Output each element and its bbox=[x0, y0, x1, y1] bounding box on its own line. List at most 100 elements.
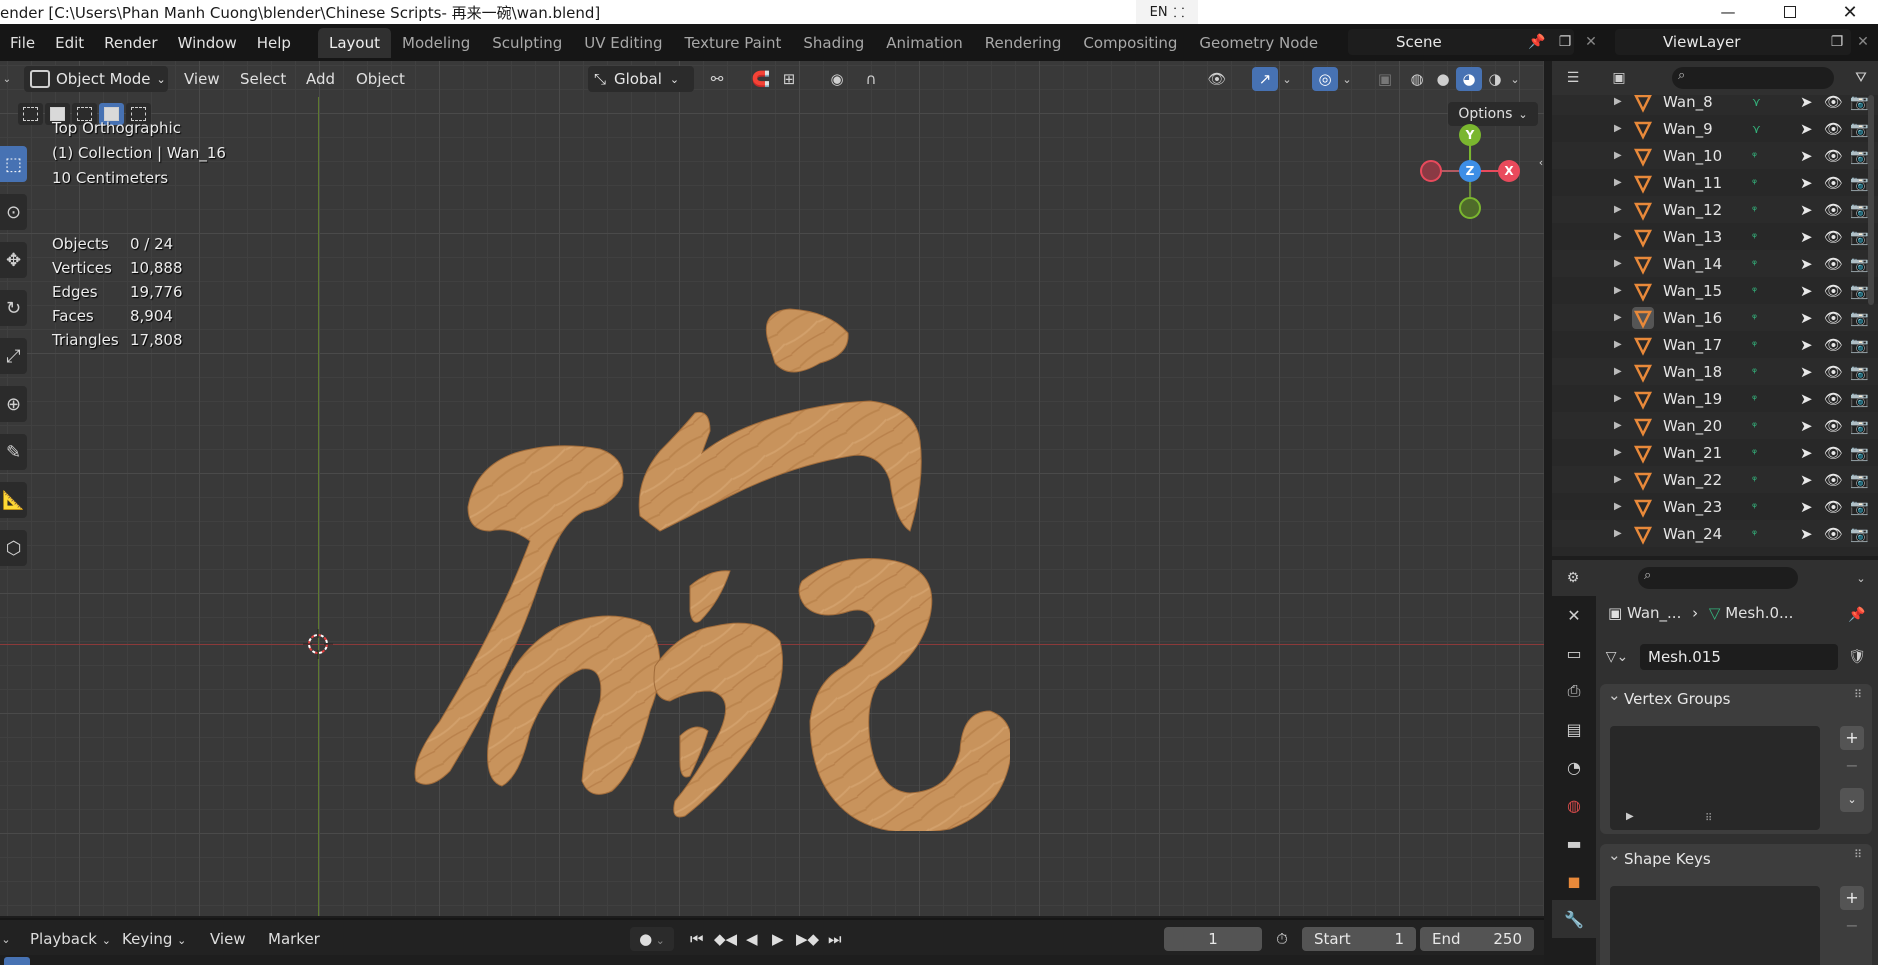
annotate-tool[interactable]: ✎ bbox=[0, 434, 27, 470]
selectable-icon[interactable]: ➤ bbox=[1800, 228, 1813, 246]
navigation-gizmo[interactable]: Y X Z bbox=[1420, 121, 1520, 221]
tab-modeling[interactable]: Modeling bbox=[391, 28, 481, 58]
expand-icon[interactable]: ▶ bbox=[1626, 811, 1634, 822]
camera-icon[interactable]: 📷 bbox=[1850, 417, 1869, 435]
falloff-icon[interactable]: ∩ bbox=[858, 67, 884, 91]
menu-select[interactable]: Select bbox=[240, 66, 286, 92]
language-indicator[interactable]: EN ⸬ bbox=[1136, 0, 1198, 24]
mesh-data-icon[interactable]: ᵠ bbox=[1752, 176, 1757, 190]
tab-shading[interactable]: Shading bbox=[792, 28, 875, 58]
camera-icon[interactable]: 📷 bbox=[1850, 201, 1869, 219]
maximize-button[interactable] bbox=[1770, 0, 1810, 24]
scale-tool[interactable]: ⤢ bbox=[0, 338, 27, 374]
jump-to-keyframe-next-icon[interactable]: ▶◆ bbox=[796, 927, 819, 951]
outliner-item[interactable]: ▶ Wan_11 ᵠ ➤ 👁 📷 bbox=[1552, 169, 1878, 196]
timeline-view-menu[interactable]: View bbox=[210, 927, 246, 951]
eye-icon[interactable]: 👁 bbox=[1824, 174, 1843, 192]
add-shape-key-button[interactable]: + bbox=[1840, 886, 1864, 910]
mesh-data-icon[interactable]: ᵠ bbox=[1752, 365, 1757, 379]
expand-arrow-icon[interactable]: ▶ bbox=[1614, 528, 1622, 539]
mesh-data-icon[interactable]: ᵠ bbox=[1752, 419, 1757, 433]
measure-tool[interactable]: 📐 bbox=[0, 482, 27, 518]
outliner-item[interactable]: ▶ Wan_17 ᵠ ➤ 👁 📷 bbox=[1552, 331, 1878, 358]
menu-help[interactable]: Help bbox=[247, 29, 301, 57]
expand-arrow-icon[interactable]: ▶ bbox=[1614, 285, 1622, 296]
expand-arrow-icon[interactable]: ▶ bbox=[1614, 312, 1622, 323]
expand-arrow-icon[interactable]: ▶ bbox=[1614, 447, 1622, 458]
selectable-icon[interactable]: ➤ bbox=[1800, 255, 1813, 273]
overlays-icon[interactable]: ◎ bbox=[1312, 67, 1338, 91]
expand-arrow-icon[interactable]: ▶ bbox=[1614, 96, 1622, 107]
menu-view[interactable]: View bbox=[184, 66, 220, 92]
vertex-group-specials-button[interactable]: ⌄ bbox=[1840, 788, 1864, 812]
expand-arrow-icon[interactable]: ▶ bbox=[1614, 123, 1622, 134]
expand-arrow-icon[interactable]: ▶ bbox=[1614, 501, 1622, 512]
3d-viewport[interactable]: ⌄ Object Mode ⌄ View Select Add Object ⤡… bbox=[0, 61, 1544, 916]
play-reverse-icon[interactable]: ◀ bbox=[746, 927, 758, 951]
world-tab-icon[interactable]: ◍ bbox=[1552, 786, 1596, 824]
camera-icon[interactable]: 📷 bbox=[1850, 525, 1869, 543]
end-frame-field[interactable]: End 250 bbox=[1420, 927, 1534, 951]
rotate-tool[interactable]: ↻ bbox=[0, 290, 27, 326]
view-layer-selector[interactable]: ViewLayer bbox=[1615, 29, 1851, 55]
start-frame-field[interactable]: Start 1 bbox=[1302, 927, 1416, 951]
fake-user-icon[interactable]: 🛡 bbox=[1846, 646, 1868, 668]
outliner-search-input[interactable]: ⌕ bbox=[1672, 67, 1834, 89]
eye-icon[interactable]: 👁 bbox=[1824, 525, 1843, 543]
eye-icon[interactable]: 👁 bbox=[1824, 255, 1843, 273]
outliner-item[interactable]: ▶ Wan_18 ᵠ ➤ 👁 📷 bbox=[1552, 358, 1878, 385]
visibility-icon[interactable]: 👁 bbox=[1204, 67, 1230, 91]
add-cube-tool[interactable]: ⬡ bbox=[0, 530, 27, 566]
mesh-data-icon[interactable]: ᵠ bbox=[1752, 500, 1757, 514]
outliner-item[interactable]: ▶ Wan_15 ᵠ ➤ 👁 📷 bbox=[1552, 277, 1878, 304]
mesh-data-icon[interactable]: ᵠ bbox=[1752, 257, 1757, 271]
timeline-ruler[interactable] bbox=[0, 955, 1544, 965]
camera-icon[interactable]: 📷 bbox=[1850, 255, 1869, 273]
expand-arrow-icon[interactable]: ▶ bbox=[1614, 150, 1622, 161]
properties-search-input[interactable]: ⌕ bbox=[1638, 567, 1798, 589]
mesh-data-icon[interactable]: ᵠ bbox=[1752, 203, 1757, 217]
view-layer-tab-icon[interactable]: ▤ bbox=[1552, 710, 1596, 748]
object-mode-dropdown[interactable]: Object Mode ⌄ bbox=[24, 66, 168, 92]
vertex-groups-list[interactable]: ▶ ⠿ bbox=[1610, 726, 1820, 830]
filter-icon[interactable]: ⛛ bbox=[1850, 67, 1872, 89]
object-tab-icon[interactable]: ◼ bbox=[1552, 862, 1596, 900]
eye-icon[interactable]: 👁 bbox=[1824, 363, 1843, 381]
selectable-icon[interactable]: ➤ bbox=[1800, 174, 1813, 192]
menu-render[interactable]: Render bbox=[94, 29, 167, 57]
selectable-icon[interactable]: ➤ bbox=[1800, 471, 1813, 489]
eye-icon[interactable]: 👁 bbox=[1824, 390, 1843, 408]
eye-icon[interactable]: 👁 bbox=[1824, 147, 1843, 165]
drag-handle-icon[interactable]: ⠿ bbox=[1854, 688, 1862, 701]
pin-icon[interactable]: 📌 bbox=[1846, 604, 1868, 626]
selectable-icon[interactable]: ➤ bbox=[1800, 282, 1813, 300]
eye-icon[interactable]: 👁 bbox=[1824, 471, 1843, 489]
gizmo-toggle-icon[interactable]: ↗ bbox=[1252, 67, 1278, 91]
outliner-item[interactable]: ▶ Wan_22 ᵠ ➤ 👁 📷 bbox=[1552, 466, 1878, 493]
current-frame-field[interactable]: 1 bbox=[1164, 927, 1262, 951]
camera-icon[interactable]: 📷 bbox=[1850, 174, 1869, 192]
tab-geometry-nodes[interactable]: Geometry Node bbox=[1188, 28, 1329, 58]
menu-object[interactable]: Object bbox=[356, 66, 405, 92]
menu-file[interactable]: File bbox=[0, 29, 45, 57]
wan-calligraphy-mesh[interactable] bbox=[350, 281, 1010, 831]
jump-to-start-icon[interactable]: ⏮ bbox=[690, 927, 704, 951]
editor-type-icon[interactable]: ⚙ bbox=[1562, 567, 1584, 589]
snap-target-icon[interactable]: ⊞ bbox=[776, 67, 802, 91]
camera-icon[interactable]: 📷 bbox=[1850, 444, 1869, 462]
outliner-item[interactable]: ▶ Wan_12 ᵠ ➤ 👁 📷 bbox=[1552, 196, 1878, 223]
cursor-tool[interactable]: ⊙ bbox=[0, 194, 27, 230]
eye-icon[interactable]: 👁 bbox=[1824, 201, 1843, 219]
keying-menu[interactable]: Keying ⌄ bbox=[122, 927, 186, 951]
expand-arrow-icon[interactable]: ▶ bbox=[1614, 177, 1622, 188]
mesh-browse-icon[interactable]: ▽⌄ bbox=[1606, 646, 1629, 668]
shape-keys-list[interactable] bbox=[1610, 886, 1820, 965]
close-button[interactable]: ✕ bbox=[1830, 0, 1870, 24]
snap-icon[interactable]: 🧲 bbox=[748, 67, 774, 91]
playback-menu[interactable]: Playback ⌄ bbox=[30, 927, 111, 951]
eye-icon[interactable]: 👁 bbox=[1824, 228, 1843, 246]
rendered-shading-icon[interactable]: ◑ bbox=[1482, 67, 1508, 91]
display-mode-icon[interactable]: ▣ bbox=[1608, 67, 1630, 89]
selectable-icon[interactable]: ➤ bbox=[1800, 363, 1813, 381]
minimize-button[interactable]: — bbox=[1708, 0, 1748, 24]
